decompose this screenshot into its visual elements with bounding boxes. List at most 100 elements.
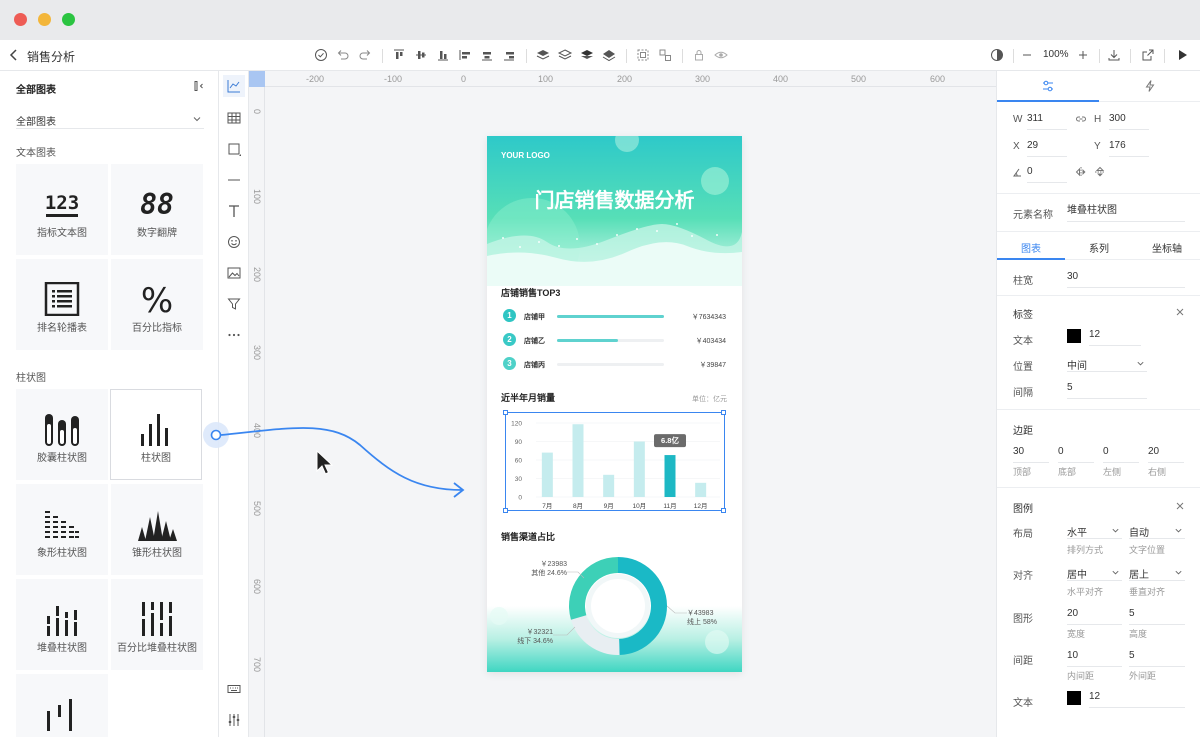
close-icon[interactable] <box>1175 306 1185 320</box>
label-gap-input[interactable]: 5 <box>1067 381 1147 399</box>
tab-interaction[interactable] <box>1099 71 1200 102</box>
more-icon[interactable] <box>226 327 242 343</box>
donut-label-online: ￥43983 线上 58% <box>687 609 737 627</box>
legend-text-position-select[interactable]: 自动 <box>1129 521 1185 539</box>
legend-color-swatch[interactable] <box>1067 691 1081 705</box>
subtab-series[interactable]: 系列 <box>1065 232 1133 260</box>
legend-inner-spacing-input[interactable]: 10 <box>1067 649 1122 667</box>
rectangle-icon[interactable] <box>226 141 242 157</box>
window-close-button[interactable] <box>14 13 27 26</box>
ungroup-icon[interactable] <box>657 47 673 63</box>
x-input[interactable]: 29 <box>1027 139 1067 157</box>
chart-card-pictorial-bar[interactable]: 象形柱状图 <box>16 484 108 575</box>
label-color-swatch[interactable] <box>1067 329 1081 343</box>
window-minimize-button[interactable] <box>38 13 51 26</box>
align-bottom-icon[interactable] <box>435 47 451 63</box>
download-icon[interactable] <box>1106 47 1122 63</box>
window-maximize-button[interactable] <box>62 13 75 26</box>
chart-card-percent-stacked-bar[interactable]: 百分比堆叠柱状图 <box>111 579 203 670</box>
resize-handle[interactable] <box>721 508 726 513</box>
share-icon[interactable] <box>1140 47 1156 63</box>
subtab-chart[interactable]: 图表 <box>997 232 1065 260</box>
sliders-icon <box>1041 79 1055 96</box>
align-middle-icon[interactable] <box>413 47 429 63</box>
legend-layout-select[interactable]: 水平 <box>1067 521 1122 539</box>
chart-card-percentage[interactable]: % 百分比指标 <box>111 259 203 350</box>
play-icon[interactable] <box>1174 47 1190 63</box>
label-position-select[interactable]: 中间 <box>1067 354 1147 372</box>
link-aspect-icon[interactable] <box>1075 113 1087 128</box>
margin-right-input[interactable]: 20 <box>1148 445 1184 463</box>
legend-outer-spacing-input[interactable]: 5 <box>1129 649 1185 667</box>
layer-down-icon[interactable] <box>557 47 573 63</box>
chart-card-more-bar[interactable] <box>16 674 108 737</box>
emoji-icon[interactable] <box>226 234 242 250</box>
legend-shape-height-input[interactable]: 5 <box>1129 607 1185 625</box>
redo-icon[interactable] <box>357 47 373 63</box>
resize-handle[interactable] <box>503 410 508 415</box>
layer-up-icon[interactable] <box>535 47 551 63</box>
label-font-size-input[interactable]: 12 <box>1089 328 1141 346</box>
align-top-icon[interactable] <box>391 47 407 63</box>
margin-top-label: 顶部 <box>1013 467 1032 477</box>
theme-icon[interactable] <box>989 47 1005 63</box>
chart-card-cone-bar[interactable]: 锥形柱状图 <box>111 484 203 575</box>
image-icon[interactable] <box>226 265 242 281</box>
resize-handle[interactable] <box>721 410 726 415</box>
table-icon[interactable] <box>226 110 242 126</box>
y-input[interactable]: 176 <box>1109 139 1149 157</box>
mobile-artboard[interactable]: YOUR LOGO 门店销售数据分析 店铺销售TOP3 1 店铺甲 ￥76343… <box>487 136 742 672</box>
align-left-icon[interactable] <box>457 47 473 63</box>
flip-vertical-icon[interactable] <box>1094 166 1106 181</box>
indicator-number-icon: 123 <box>17 181 107 221</box>
bar-width-input[interactable]: 30 <box>1067 270 1185 288</box>
text-tool-icon[interactable] <box>226 203 242 219</box>
resize-handle[interactable] <box>503 508 508 513</box>
selected-chart-frame[interactable]: 120 90 60 30 0 7月 8月 9月 10月 11月 6.8亿 12月 <box>505 412 725 511</box>
close-icon[interactable] <box>1175 500 1185 514</box>
chevron-down-icon <box>1111 566 1120 580</box>
element-name-input[interactable]: 堆叠柱状图 <box>1067 204 1185 222</box>
flip-horizontal-icon[interactable] <box>1075 166 1087 181</box>
layer-bottom-icon[interactable] <box>601 47 617 63</box>
legend-text-label: 文本 <box>1013 698 1033 709</box>
check-circle-icon[interactable] <box>313 47 329 63</box>
align-center-icon[interactable] <box>479 47 495 63</box>
collapse-panel-icon[interactable] <box>193 80 205 92</box>
line-chart-icon[interactable] <box>226 78 242 94</box>
settings-sliders-icon[interactable] <box>226 712 242 728</box>
height-input[interactable]: 300 <box>1109 112 1149 130</box>
margin-bottom-input[interactable]: 0 <box>1058 445 1094 463</box>
margin-top-input[interactable]: 30 <box>1013 445 1049 463</box>
margin-left-input[interactable]: 0 <box>1103 445 1139 463</box>
rotation-input[interactable]: 0 <box>1027 165 1067 183</box>
keyboard-icon[interactable] <box>226 681 242 697</box>
line-tool-icon[interactable] <box>226 172 242 188</box>
chevron-left-icon[interactable] <box>6 47 22 63</box>
chart-card-bar[interactable]: 柱状图 <box>110 389 202 480</box>
legend-align-h-select[interactable]: 居中 <box>1067 563 1122 581</box>
chart-card-indicator-text[interactable]: 123 指标文本图 <box>16 164 108 255</box>
chart-filter-select[interactable]: 全部图表 <box>16 109 204 129</box>
margin-right-label: 右侧 <box>1148 467 1167 477</box>
zoom-out-icon[interactable] <box>1019 47 1035 63</box>
zoom-in-icon[interactable] <box>1075 47 1091 63</box>
width-input[interactable]: 311 <box>1027 112 1067 130</box>
chart-card-capsule-bar[interactable]: 胶囊柱状图 <box>16 389 108 480</box>
undo-icon[interactable] <box>335 47 351 63</box>
legend-align-v-select[interactable]: 居上 <box>1129 563 1185 581</box>
group-icon[interactable] <box>635 47 651 63</box>
legend-font-size-input[interactable]: 12 <box>1089 690 1185 708</box>
ruler-tick-label: 0 <box>461 74 467 84</box>
chart-card-stacked-bar[interactable]: 堆叠柱状图 <box>16 579 108 670</box>
subtab-axis[interactable]: 坐标轴 <box>1133 232 1200 260</box>
filter-icon[interactable] <box>226 296 242 312</box>
tab-style[interactable] <box>997 71 1099 102</box>
layer-top-icon[interactable] <box>579 47 595 63</box>
lock-icon[interactable] <box>691 47 707 63</box>
chart-card-ranking-carousel[interactable]: 排名轮播表 <box>16 259 108 350</box>
align-right-icon[interactable] <box>501 47 517 63</box>
eye-icon[interactable] <box>713 47 729 63</box>
chart-card-digital-flip[interactable]: 88 数字翻牌 <box>111 164 203 255</box>
legend-shape-width-input[interactable]: 20 <box>1067 607 1122 625</box>
